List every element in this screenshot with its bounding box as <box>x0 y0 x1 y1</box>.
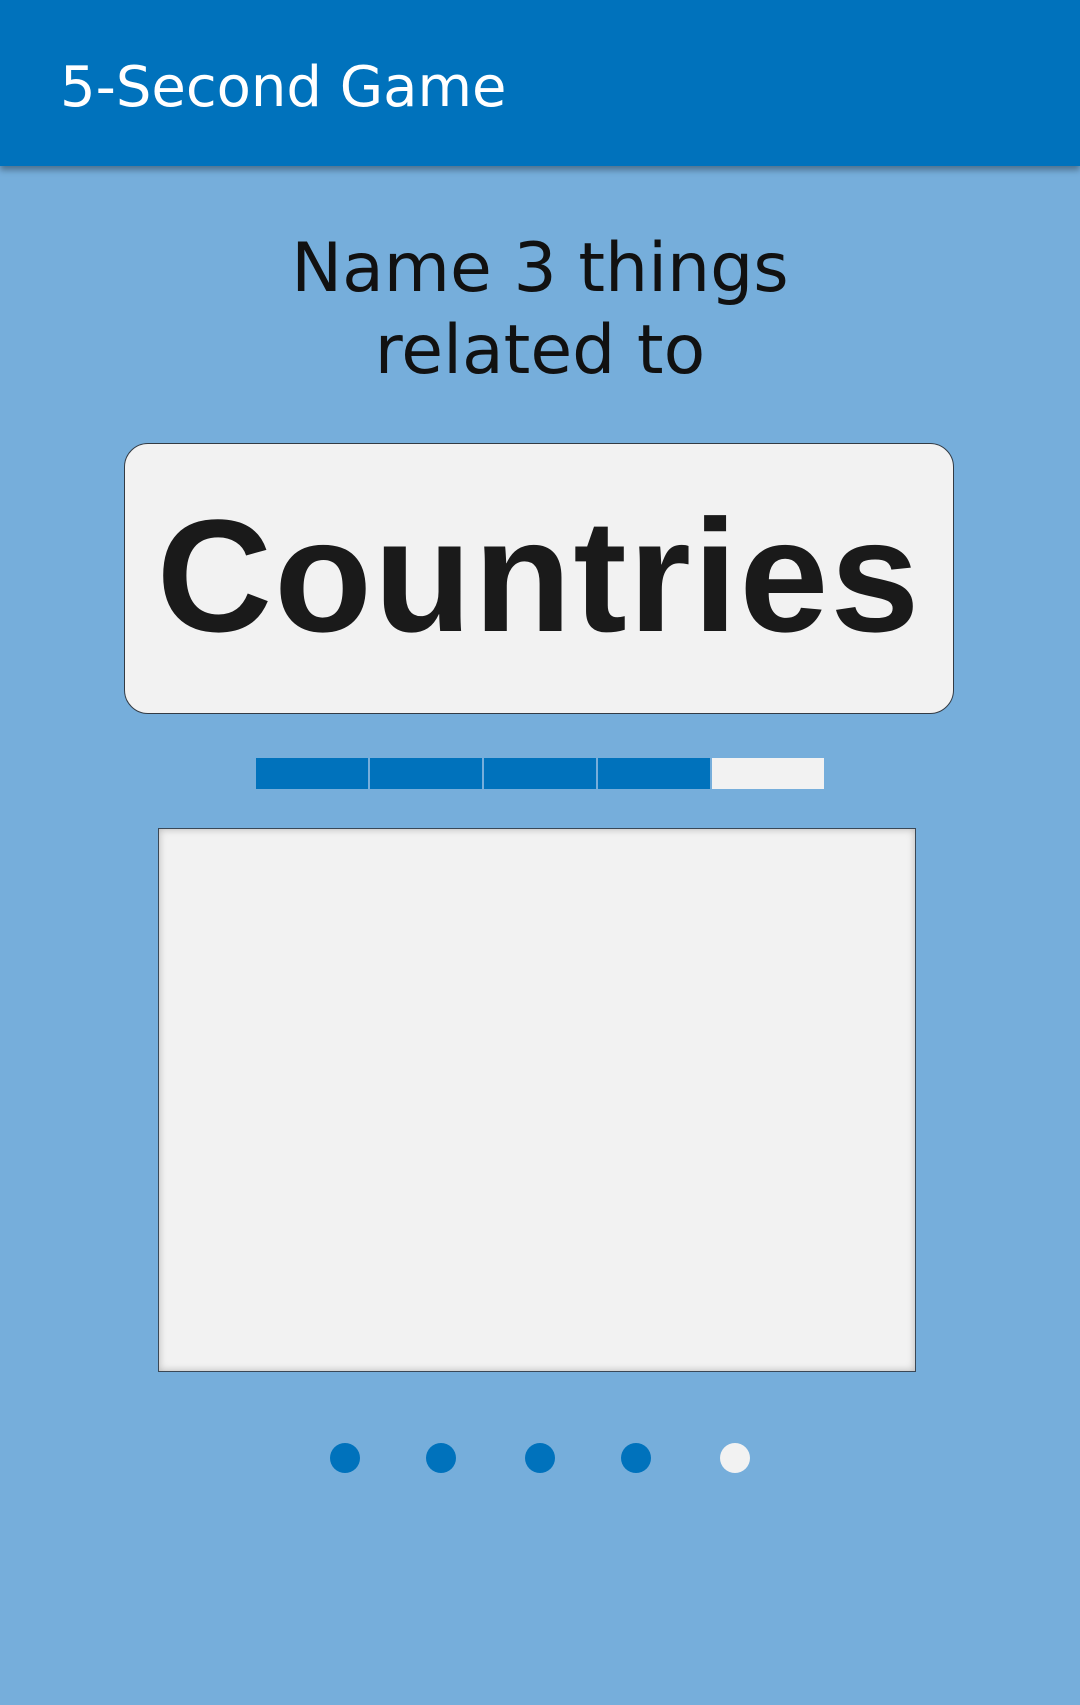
timer-segment <box>368 758 482 789</box>
app-title: 5-Second Game <box>60 55 507 120</box>
app-bar: 5-Second Game <box>0 0 1080 166</box>
timer-segment <box>256 758 368 789</box>
page-dot <box>426 1443 456 1473</box>
topic-card: Countries <box>124 443 954 714</box>
topic-word: Countries <box>156 485 922 665</box>
timer-segment <box>482 758 596 789</box>
page-dot <box>525 1443 555 1473</box>
timer-segment <box>596 758 710 789</box>
answer-area[interactable] <box>158 828 916 1372</box>
timer-segment <box>710 758 824 789</box>
page-dot <box>720 1443 750 1473</box>
prompt-text: Name 3 things related to <box>0 228 1080 392</box>
prompt-line-2: related to <box>374 311 706 390</box>
page-dot <box>330 1443 360 1473</box>
page-dot <box>621 1443 651 1473</box>
timer-progress-bar <box>256 758 824 789</box>
page-indicator <box>0 1443 1080 1473</box>
prompt-line-1: Name 3 things <box>291 229 789 308</box>
